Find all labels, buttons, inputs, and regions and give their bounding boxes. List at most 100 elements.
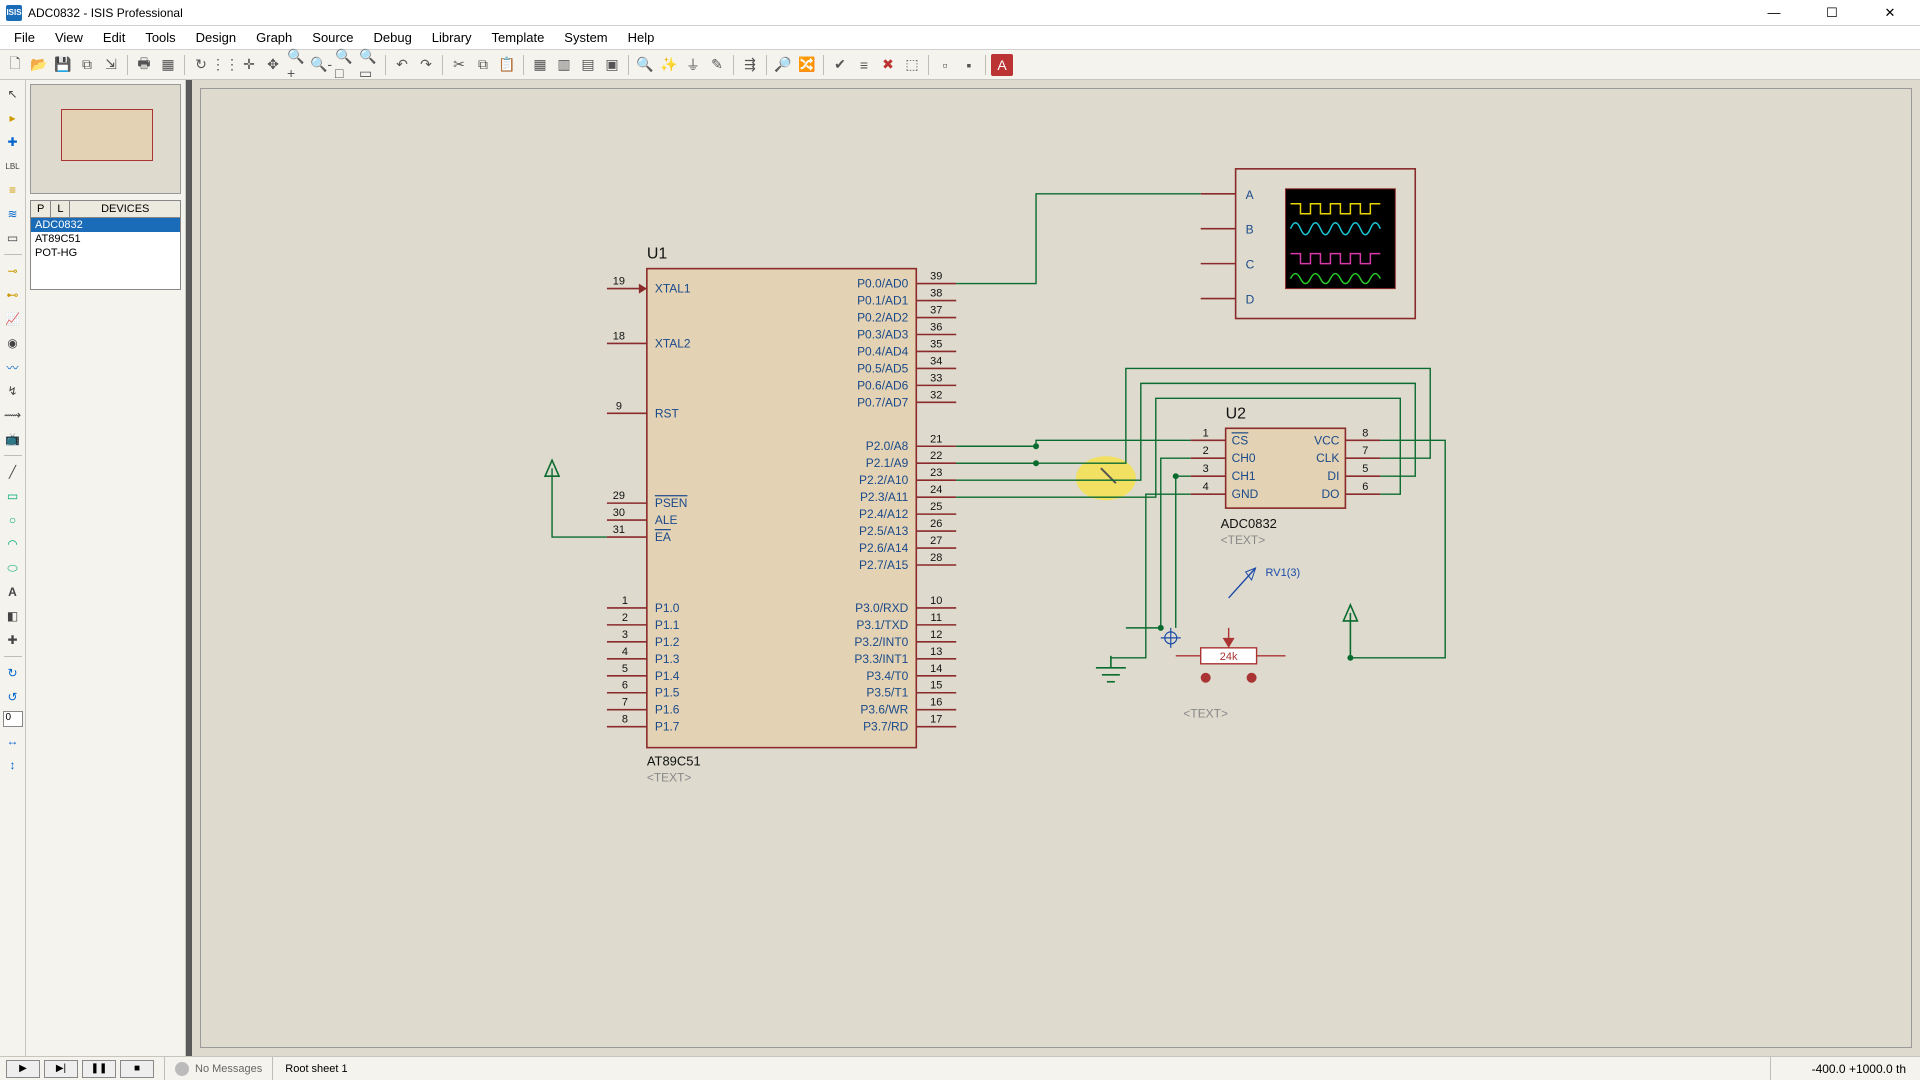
terminal-icon[interactable]: ⊸ xyxy=(3,261,23,281)
netlist-icon[interactable]: ⇶ xyxy=(739,54,761,76)
blockcopy-icon[interactable]: ▦ xyxy=(529,54,551,76)
subcircuit-icon[interactable]: ▭ xyxy=(3,228,23,248)
redo-icon[interactable]: ↷ xyxy=(415,54,437,76)
circle2d-icon[interactable]: ○ xyxy=(3,510,23,530)
selection-icon[interactable]: ↖ xyxy=(3,84,23,104)
generator-icon[interactable]: 〰 xyxy=(3,357,23,377)
menu-library[interactable]: Library xyxy=(422,27,482,48)
origin-icon[interactable]: ✛ xyxy=(238,54,260,76)
overview-window[interactable] xyxy=(30,84,181,194)
print-icon[interactable]: 🖶 xyxy=(133,54,155,76)
pot-rv1[interactable]: 24k RV1(3) xyxy=(1161,567,1300,683)
close-button[interactable]: ✕ xyxy=(1870,1,1910,25)
erc-icon[interactable]: ✔ xyxy=(829,54,851,76)
menu-source[interactable]: Source xyxy=(302,27,363,48)
menu-design[interactable]: Design xyxy=(186,27,246,48)
menu-file[interactable]: File xyxy=(4,27,45,48)
path2d-icon[interactable]: ⬭ xyxy=(3,558,23,578)
menu-debug[interactable]: Debug xyxy=(363,27,421,48)
menu-help[interactable]: Help xyxy=(618,27,665,48)
u1-textph[interactable]: <TEXT> xyxy=(647,771,692,785)
status-messages[interactable]: No Messages xyxy=(165,1057,273,1080)
tape-icon[interactable]: ◉ xyxy=(3,333,23,353)
u2-part[interactable]: ADC0832 xyxy=(1221,516,1277,531)
grid-icon[interactable]: ⋮⋮ xyxy=(214,54,236,76)
open-icon[interactable]: 📂 xyxy=(28,54,50,76)
wirelabel-icon[interactable]: ⏚ xyxy=(682,54,704,76)
rotccw-icon[interactable]: ↺ xyxy=(3,687,23,707)
list-item[interactable]: AT89C51 xyxy=(31,232,180,246)
blockdel-icon[interactable]: ▣ xyxy=(601,54,623,76)
vprobe-icon[interactable]: ↯ xyxy=(3,381,23,401)
device-list[interactable]: ADC0832 AT89C51 POT-HG xyxy=(30,218,181,290)
symbol-icon[interactable]: ◧ xyxy=(3,606,23,626)
pot-textph[interactable]: <TEXT> xyxy=(1183,707,1228,721)
wand-icon[interactable]: ✨ xyxy=(658,54,680,76)
lib-button[interactable]: L xyxy=(51,201,70,217)
bus-icon[interactable]: ≋ xyxy=(3,204,23,224)
saveall-icon[interactable]: ⧉ xyxy=(76,54,98,76)
undo-icon[interactable]: ↶ xyxy=(391,54,413,76)
schematic-canvas[interactable]: U1 19 XTAL1 18 XTAL2 9 RST xyxy=(200,88,1912,1048)
pick-icon[interactable]: 🔍 xyxy=(634,54,656,76)
angle-input[interactable]: 0 xyxy=(3,711,23,727)
u1-ref[interactable]: U1 xyxy=(647,246,668,263)
refresh-icon[interactable]: ↻ xyxy=(190,54,212,76)
copy-icon[interactable]: ⧉ xyxy=(472,54,494,76)
menu-system[interactable]: System xyxy=(554,27,617,48)
menu-template[interactable]: Template xyxy=(482,27,555,48)
pkg-icon[interactable]: ⬚ xyxy=(901,54,923,76)
minimize-button[interactable]: — xyxy=(1754,1,1794,25)
play-button[interactable]: ▶ xyxy=(6,1060,40,1078)
fliph-icon[interactable]: ↔ xyxy=(3,731,23,751)
line2d-icon[interactable]: ╱ xyxy=(3,462,23,482)
menu-edit[interactable]: Edit xyxy=(93,27,135,48)
iprobe-icon[interactable]: ⟿ xyxy=(3,405,23,425)
menu-tools[interactable]: Tools xyxy=(135,27,185,48)
u2-ref[interactable]: U2 xyxy=(1226,405,1247,422)
save-icon[interactable]: 💾 xyxy=(52,54,74,76)
zoomall-icon[interactable]: 🔍□ xyxy=(334,54,356,76)
devicepin-icon[interactable]: ⊷ xyxy=(3,285,23,305)
find-icon[interactable]: 🔎 xyxy=(772,54,794,76)
delsheet-icon[interactable]: ▪ xyxy=(958,54,980,76)
xref-icon[interactable]: ✖ xyxy=(877,54,899,76)
zoomout-icon[interactable]: 🔍- xyxy=(310,54,332,76)
textscript-icon[interactable]: ≡ xyxy=(3,180,23,200)
menu-view[interactable]: View xyxy=(45,27,93,48)
rect2d-icon[interactable]: ▭ xyxy=(3,486,23,506)
marker-icon[interactable]: ✚ xyxy=(3,630,23,650)
ares-icon[interactable]: A xyxy=(991,54,1013,76)
ground-symbol[interactable] xyxy=(1096,656,1126,682)
probe-icon[interactable]: ✎ xyxy=(706,54,728,76)
step-button[interactable]: ▶| xyxy=(44,1060,78,1078)
u2-textph[interactable]: <TEXT> xyxy=(1221,533,1266,547)
junction-icon[interactable]: ✚ xyxy=(3,132,23,152)
stop-button[interactable]: ■ xyxy=(120,1060,154,1078)
zoomin-icon[interactable]: 🔍+ xyxy=(286,54,308,76)
menu-graph[interactable]: Graph xyxy=(246,27,302,48)
blockrot-icon[interactable]: ▤ xyxy=(577,54,599,76)
u1-part[interactable]: AT89C51 xyxy=(647,754,701,769)
text2d-icon[interactable]: A xyxy=(3,582,23,602)
list-item[interactable]: ADC0832 xyxy=(31,218,180,232)
cut-icon[interactable]: ✂ xyxy=(448,54,470,76)
area-icon[interactable]: ▦ xyxy=(157,54,179,76)
component-icon[interactable]: ▸ xyxy=(3,108,23,128)
bom-icon[interactable]: ≡ xyxy=(853,54,875,76)
power-symbol[interactable] xyxy=(1343,605,1357,661)
list-item[interactable]: POT-HG xyxy=(31,246,180,260)
blockmove-icon[interactable]: ▥ xyxy=(553,54,575,76)
instrument-icon[interactable]: 📺 xyxy=(3,429,23,449)
wirelabel2-icon[interactable]: LBL xyxy=(3,156,23,176)
graph-tool-icon[interactable]: 📈 xyxy=(3,309,23,329)
newsheet-icon[interactable]: ▫ xyxy=(934,54,956,76)
rotcw-icon[interactable]: ↻ xyxy=(3,663,23,683)
zoomarea-icon[interactable]: 🔍▭ xyxy=(358,54,380,76)
new-icon[interactable]: 🗋 xyxy=(4,54,26,76)
import-icon[interactable]: ⇲ xyxy=(100,54,122,76)
flipv-icon[interactable]: ↕ xyxy=(3,755,23,775)
paste-icon[interactable]: 📋 xyxy=(496,54,518,76)
maximize-button[interactable]: ☐ xyxy=(1812,1,1852,25)
pan-icon[interactable]: ✥ xyxy=(262,54,284,76)
